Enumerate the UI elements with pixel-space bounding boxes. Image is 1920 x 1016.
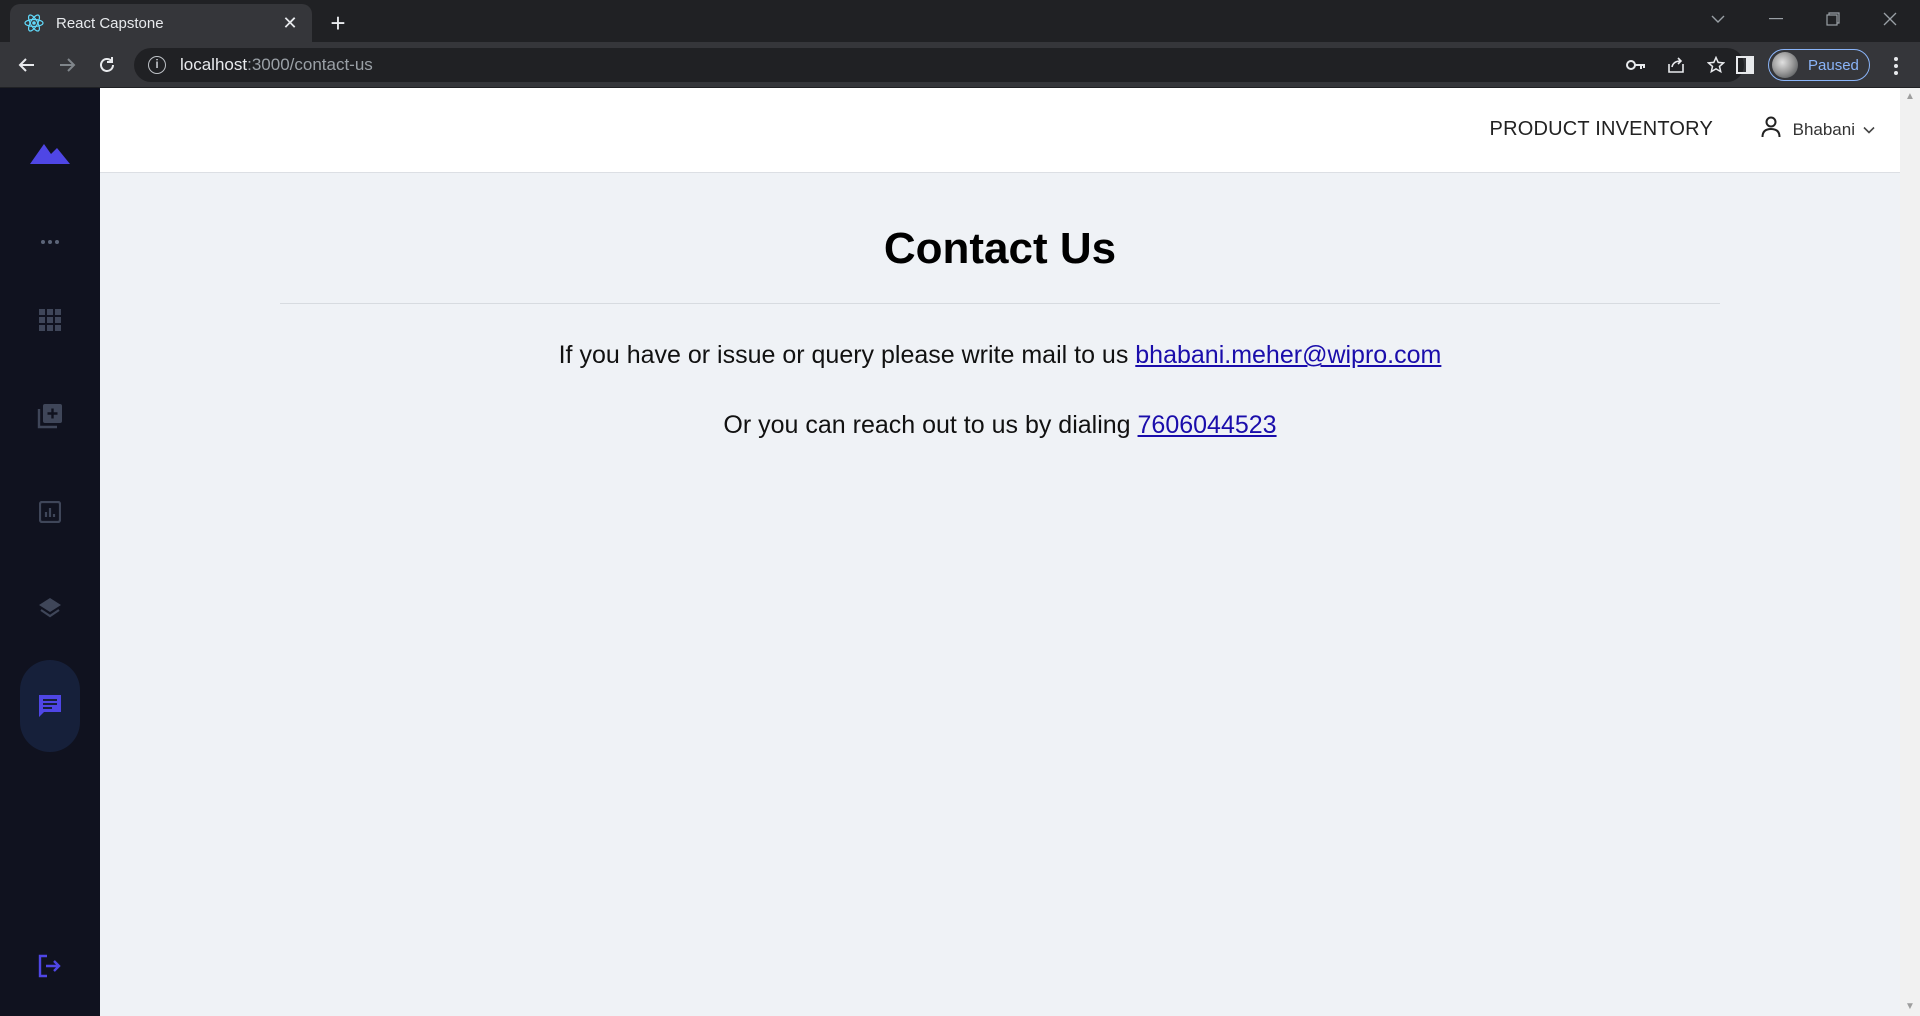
page-viewport: PRODUCT INVENTORY Bhabani Contact Us If … [0,88,1920,1016]
scroll-down-icon[interactable]: ▼ [1905,1002,1915,1012]
close-window-icon[interactable] [1862,0,1918,38]
user-name: Bhabani [1792,119,1855,139]
more-icon[interactable] [20,212,80,272]
url-host: localhost [180,55,248,74]
bookmark-star-icon[interactable] [1706,55,1726,75]
add-library-icon[interactable] [20,386,80,446]
tab-search-icon[interactable] [1690,0,1746,38]
profile-button[interactable]: Paused [1768,49,1870,81]
user-menu[interactable]: Bhabani [1761,116,1875,143]
browser-tab[interactable]: React Capstone ✕ [10,4,312,42]
tab-title: React Capstone [56,14,164,32]
layers-icon[interactable] [20,578,80,638]
browser-menu-icon[interactable] [1884,54,1908,78]
divider [280,303,1720,305]
side-panel-icon[interactable] [1735,55,1755,75]
site-info-icon[interactable]: i [148,56,166,74]
avatar [1772,52,1798,78]
tab-close-icon[interactable]: ✕ [280,13,300,34]
restore-icon[interactable] [1805,0,1861,38]
browser-toolbar: i localhost:3000/contact-us Paused [0,42,1920,88]
url-path: :3000/contact-us [247,55,373,74]
email-link[interactable]: bhabani.meher@wipro.com [1135,341,1441,369]
forward-icon[interactable] [51,49,83,81]
address-bar[interactable]: i localhost:3000/contact-us [134,48,1744,82]
react-icon [24,13,44,33]
brand-link[interactable]: PRODUCT INVENTORY [1490,118,1713,141]
phone-link[interactable]: 7606044523 [1138,411,1277,439]
minimize-icon[interactable] [1748,0,1804,38]
app-header: PRODUCT INVENTORY Bhabani [100,88,1900,173]
key-icon[interactable] [1626,55,1646,75]
phone-line: Or you can reach out to us by dialing 76… [280,410,1720,440]
phone-text: Or you can reach out to us by dialing [723,411,1138,440]
profile-status: Paused [1808,56,1859,74]
back-icon[interactable] [11,49,43,81]
sidebar [0,88,100,1016]
analytics-icon[interactable] [20,482,80,542]
logout-icon[interactable] [20,936,80,996]
share-icon[interactable] [1666,55,1686,75]
reload-icon[interactable] [91,49,123,81]
contact-content: Contact Us If you have or issue or query… [280,173,1720,440]
chevron-down-icon [1863,121,1875,139]
scroll-up-icon[interactable]: ▲ [1905,92,1915,102]
email-line: If you have or issue or query please wri… [280,340,1720,370]
chat-icon[interactable] [20,660,80,752]
email-text: If you have or issue or query please wri… [558,341,1136,370]
user-icon [1761,116,1781,143]
scrollbar[interactable]: ▲ ▼ [1900,88,1920,1016]
apps-grid-icon[interactable] [20,290,80,350]
browser-tab-bar: React Capstone ✕ + [0,0,1920,42]
page-title: Contact Us [883,224,1117,273]
logo-icon[interactable] [20,122,80,182]
new-tab-button[interactable]: + [322,8,354,40]
